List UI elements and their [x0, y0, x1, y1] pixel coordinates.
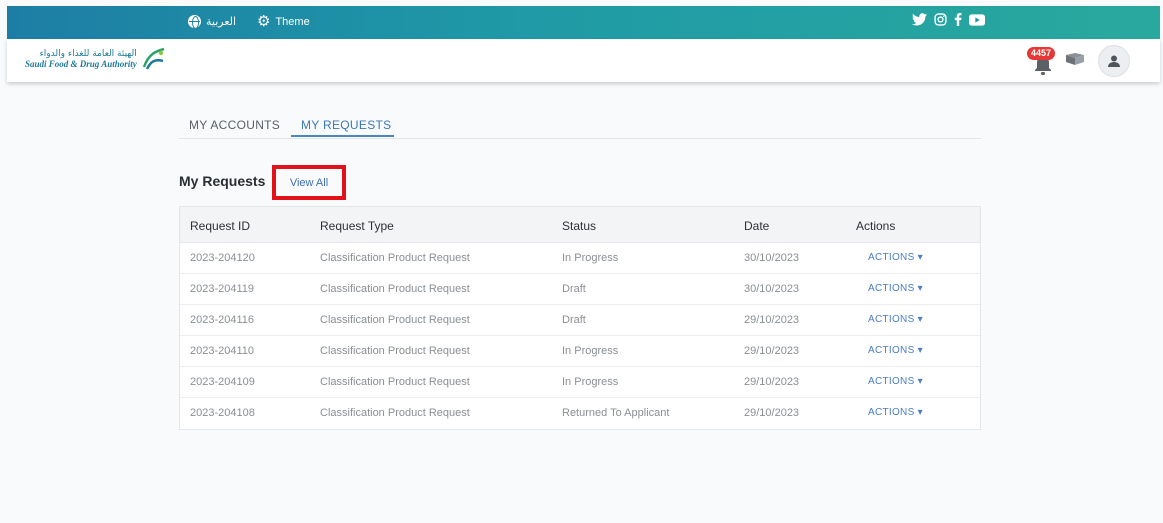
- request-date: 30/10/2023: [744, 252, 800, 264]
- box-icon[interactable]: [1064, 52, 1086, 71]
- facebook-icon[interactable]: [954, 13, 962, 26]
- table-header: Request ID Request Type Status Date Acti…: [180, 207, 980, 243]
- actions-dropdown[interactable]: ACTIONS ▾: [868, 376, 923, 387]
- notifications-button[interactable]: 4457: [1027, 47, 1056, 75]
- logo-arabic-text: الهيئة العامة للغذاء والدواء: [39, 49, 137, 59]
- logo-english-text: Saudi Food & Drug Authority: [25, 59, 137, 69]
- actions-dropdown[interactable]: ACTIONS ▾: [868, 407, 923, 418]
- column-header-status: Status: [562, 219, 597, 233]
- table-row[interactable]: 2023-204116 Classification Product Reque…: [180, 305, 980, 336]
- request-status: In Progress: [562, 345, 619, 357]
- actions-dropdown[interactable]: ACTIONS ▾: [868, 345, 923, 356]
- request-id: 2023-204110: [190, 345, 255, 357]
- twitter-icon[interactable]: [912, 13, 927, 26]
- sfda-logo[interactable]: الهيئة العامة للغذاء والدواء Saudi Food …: [25, 47, 167, 71]
- theme-label: Theme: [275, 15, 310, 28]
- request-type: Classification Product Request: [320, 407, 470, 419]
- request-status: In Progress: [562, 376, 619, 388]
- user-avatar-button[interactable]: [1098, 45, 1130, 77]
- request-type: Classification Product Request: [320, 314, 470, 326]
- table-row[interactable]: 2023-204109 Classification Product Reque…: [180, 367, 980, 398]
- table-row[interactable]: 2023-204108 Classification Product Reque…: [180, 398, 980, 429]
- column-header-actions: Actions: [856, 219, 896, 233]
- language-switch[interactable]: العربية: [188, 15, 237, 29]
- request-status: In Progress: [562, 252, 619, 264]
- top-bar: العربية ⚙ Theme: [7, 6, 1160, 39]
- language-label: العربية: [206, 16, 237, 28]
- request-date: 29/10/2023: [744, 376, 800, 388]
- request-date: 29/10/2023: [744, 407, 800, 419]
- request-id: 2023-204109: [190, 376, 255, 388]
- actions-dropdown[interactable]: ACTIONS ▾: [868, 252, 923, 263]
- social-links: [912, 13, 985, 26]
- actions-dropdown[interactable]: ACTIONS ▾: [868, 314, 923, 325]
- request-date: 29/10/2023: [744, 345, 800, 357]
- request-status: Returned To Applicant: [562, 407, 670, 419]
- column-header-date: Date: [744, 219, 770, 233]
- request-date: 29/10/2023: [744, 314, 800, 326]
- tab-my-requests[interactable]: MY REQUESTS: [301, 118, 391, 132]
- request-status: Draft: [562, 314, 586, 326]
- request-type: Classification Product Request: [320, 283, 470, 295]
- view-all-link[interactable]: View All: [272, 165, 346, 200]
- requests-table: Request ID Request Type Status Date Acti…: [179, 206, 981, 430]
- request-type: Classification Product Request: [320, 376, 470, 388]
- request-id: 2023-204119: [190, 283, 255, 295]
- theme-switch[interactable]: ⚙ Theme: [257, 13, 310, 30]
- user-icon: [1108, 55, 1120, 67]
- logo-mark-icon: [142, 47, 165, 70]
- gear-icon: ⚙: [257, 13, 271, 30]
- request-type: Classification Product Request: [320, 252, 470, 264]
- active-tab-indicator: [291, 135, 394, 137]
- column-header-request-id: Request ID: [190, 219, 251, 233]
- youtube-icon[interactable]: [969, 13, 985, 26]
- globe-icon: [188, 15, 201, 29]
- section-title: My Requests: [179, 173, 266, 189]
- tab-my-accounts[interactable]: MY ACCOUNTS: [189, 118, 280, 132]
- request-date: 30/10/2023: [744, 283, 800, 295]
- table-row[interactable]: 2023-204119 Classification Product Reque…: [180, 274, 980, 305]
- table-row[interactable]: 2023-204110 Classification Product Reque…: [180, 336, 980, 367]
- request-status: Draft: [562, 283, 586, 295]
- site-header: الهيئة العامة للغذاء والدواء Saudi Food …: [7, 39, 1160, 82]
- request-id: 2023-204120: [190, 252, 255, 264]
- column-header-request-type: Request Type: [320, 219, 394, 233]
- request-id: 2023-204108: [190, 407, 255, 419]
- instagram-icon[interactable]: [934, 13, 947, 26]
- request-type: Classification Product Request: [320, 345, 470, 357]
- request-id: 2023-204116: [190, 314, 255, 326]
- notification-badge: 4457: [1027, 47, 1056, 60]
- table-row[interactable]: 2023-204120 Classification Product Reque…: [180, 243, 980, 274]
- actions-dropdown[interactable]: ACTIONS ▾: [868, 283, 923, 294]
